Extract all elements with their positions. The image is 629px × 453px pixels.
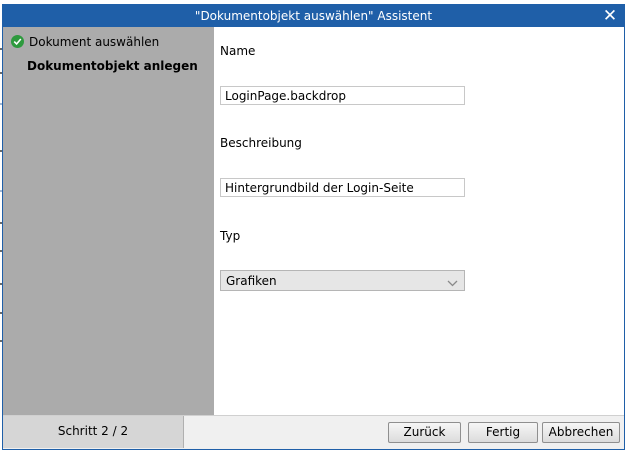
title-bar[interactable]: "Dokumentobjekt auswählen" Assistent ✕ [3,5,624,27]
step-dokument-auswaehlen: Dokument auswählen [11,35,159,49]
name-label: Name [220,44,256,58]
form-panel: Name Beschreibung Typ Grafiken [214,27,624,416]
chevron-down-icon [447,276,458,290]
step-label: Dokumentobjekt anlegen [27,59,198,73]
step-label: Dokument auswählen [29,35,160,49]
description-input[interactable] [220,178,465,197]
type-label: Typ [220,229,241,243]
cancel-button[interactable]: Abbrechen [542,422,620,443]
finish-button[interactable]: Fertig [468,422,538,443]
step-dokumentobjekt-anlegen: Dokumentobjekt anlegen [27,59,198,73]
wizard-dialog: "Dokumentobjekt auswählen" Assistent ✕ D… [2,4,625,450]
step-counter: Schritt 2 / 2 [3,416,184,448]
dialog-title: "Dokumentobjekt auswählen" Assistent [194,9,433,23]
type-selected-value: Grafiken [226,274,277,288]
check-circle-icon [11,35,24,48]
wizard-steps-sidebar: Dokument auswählen Dokumentobjekt anlege… [3,27,214,416]
back-button[interactable]: Zurück [388,422,461,443]
type-select[interactable]: Grafiken [220,270,465,291]
wizard-footer: Schritt 2 / 2 Zurück Fertig Abbrechen [3,415,624,449]
description-label: Beschreibung [220,136,302,150]
close-icon[interactable]: ✕ [600,6,620,26]
name-input[interactable] [220,86,465,105]
